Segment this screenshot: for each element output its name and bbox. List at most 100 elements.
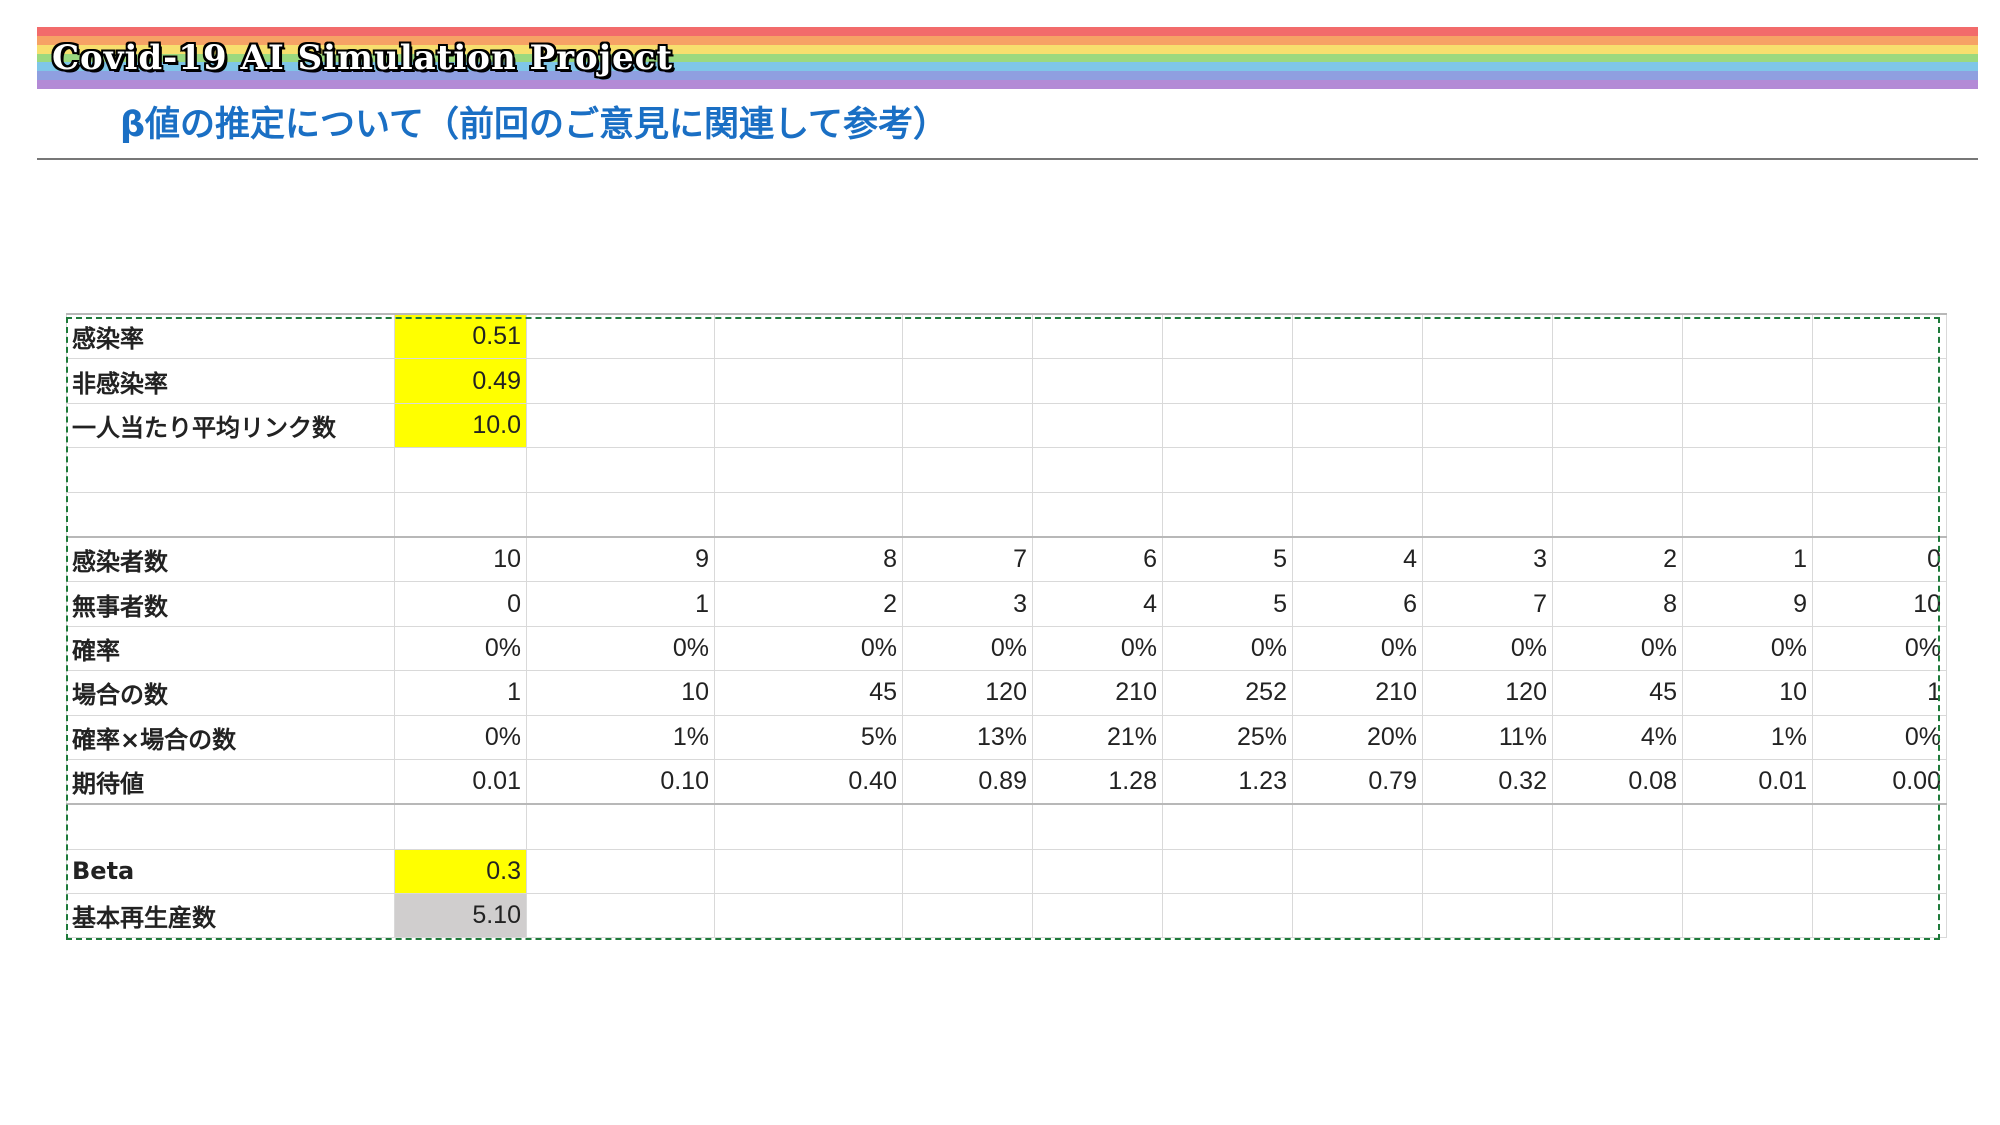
cell-value[interactable]: 7 <box>902 535 1033 583</box>
cell-value[interactable]: 5 <box>1162 581 1293 627</box>
cell-label[interactable]: 無事者数 <box>66 581 395 627</box>
cell-value[interactable]: 0% <box>1162 625 1293 672</box>
cell[interactable] <box>1032 893 1163 939</box>
cell-value[interactable]: 120 <box>902 670 1033 716</box>
cell[interactable] <box>1812 491 1947 538</box>
cell[interactable] <box>902 803 1033 850</box>
cell[interactable] <box>1812 803 1947 850</box>
cell[interactable] <box>1032 402 1163 449</box>
cell-value[interactable]: 10 <box>394 535 527 583</box>
cell-value[interactable]: 25% <box>1162 714 1293 760</box>
cell-value[interactable]: 1 <box>394 670 527 716</box>
cell[interactable] <box>526 402 715 449</box>
cell-value[interactable]: 11% <box>1422 714 1553 760</box>
cell-label[interactable]: 感染者数 <box>66 535 395 583</box>
cell-value[interactable]: 0.40 <box>714 758 903 805</box>
cell-infection-rate[interactable]: 0.51 <box>394 313 527 360</box>
cell-value[interactable]: 0.01 <box>1682 758 1813 805</box>
cell-value[interactable]: 45 <box>714 670 903 716</box>
cell-label[interactable]: Beta <box>66 848 395 895</box>
cell[interactable] <box>1552 803 1683 850</box>
cell-label[interactable]: 一人当たり平均リンク数 <box>66 402 395 449</box>
cell[interactable] <box>1682 491 1813 538</box>
cell[interactable] <box>1162 402 1293 449</box>
cell-value[interactable]: 0.10 <box>526 758 715 805</box>
cell[interactable] <box>714 893 903 939</box>
cell[interactable] <box>1032 358 1163 404</box>
cell[interactable] <box>1422 491 1553 538</box>
cell-value[interactable]: 4 <box>1032 581 1163 627</box>
cell[interactable] <box>1292 803 1423 850</box>
cell[interactable] <box>1292 893 1423 939</box>
cell[interactable] <box>1162 491 1293 538</box>
cell-value[interactable]: 0% <box>1032 625 1163 672</box>
cell[interactable] <box>1422 848 1553 895</box>
cell[interactable] <box>526 313 715 360</box>
cell[interactable] <box>394 447 527 493</box>
cell[interactable] <box>1422 893 1553 939</box>
cell-label[interactable]: 確率×場合の数 <box>66 714 395 760</box>
cell[interactable] <box>714 402 903 449</box>
cell[interactable] <box>902 358 1033 404</box>
cell[interactable] <box>714 447 903 493</box>
cell-value[interactable]: 8 <box>1552 581 1683 627</box>
cell-value[interactable]: 6 <box>1032 535 1163 583</box>
cell[interactable] <box>714 313 903 360</box>
cell[interactable] <box>1032 491 1163 538</box>
cell[interactable] <box>1422 313 1553 360</box>
cell-value[interactable]: 0.79 <box>1292 758 1423 805</box>
cell[interactable] <box>1812 893 1947 939</box>
cell[interactable] <box>1812 358 1947 404</box>
cell[interactable] <box>66 491 395 538</box>
cell[interactable] <box>394 491 527 538</box>
cell-value[interactable]: 120 <box>1422 670 1553 716</box>
cell-basic-reproduction-number[interactable]: 5.10 <box>394 893 527 939</box>
cell-value[interactable]: 1.28 <box>1032 758 1163 805</box>
cell-beta[interactable]: 0.3 <box>394 848 527 895</box>
cell[interactable] <box>1422 447 1553 493</box>
cell[interactable] <box>714 491 903 538</box>
cell-value[interactable]: 0% <box>714 625 903 672</box>
cell[interactable] <box>1292 313 1423 360</box>
cell-value[interactable]: 10 <box>526 670 715 716</box>
cell[interactable] <box>902 893 1033 939</box>
cell[interactable] <box>1552 358 1683 404</box>
cell-value[interactable]: 45 <box>1552 670 1683 716</box>
cell-value[interactable]: 0% <box>902 625 1033 672</box>
cell-value[interactable]: 3 <box>902 581 1033 627</box>
cell[interactable] <box>1682 893 1813 939</box>
cell-label[interactable]: 基本再生産数 <box>66 893 395 939</box>
cell-value[interactable]: 21% <box>1032 714 1163 760</box>
cell-value[interactable]: 0% <box>1812 625 1947 672</box>
cell-value[interactable]: 3 <box>1422 535 1553 583</box>
cell[interactable] <box>1682 848 1813 895</box>
cell[interactable] <box>714 358 903 404</box>
cell[interactable] <box>902 491 1033 538</box>
cell-value[interactable]: 13% <box>902 714 1033 760</box>
cell-label[interactable]: 確率 <box>66 625 395 672</box>
cell-value[interactable]: 6 <box>1292 581 1423 627</box>
cell[interactable] <box>66 447 395 493</box>
cell[interactable] <box>526 447 715 493</box>
cell-label[interactable]: 期待値 <box>66 758 395 805</box>
cell-value[interactable]: 7 <box>1422 581 1553 627</box>
cell[interactable] <box>1812 848 1947 895</box>
cell-label[interactable]: 非感染率 <box>66 358 395 404</box>
cell[interactable] <box>902 313 1033 360</box>
cell[interactable] <box>1292 447 1423 493</box>
cell[interactable] <box>1162 848 1293 895</box>
cell[interactable] <box>526 803 715 850</box>
cell[interactable] <box>714 803 903 850</box>
cell-value[interactable]: 0% <box>394 625 527 672</box>
cell[interactable] <box>1682 402 1813 449</box>
cell-label[interactable]: 場合の数 <box>66 670 395 716</box>
cell[interactable] <box>1552 848 1683 895</box>
cell-value[interactable]: 0% <box>1682 625 1813 672</box>
cell[interactable] <box>526 491 715 538</box>
cell-label[interactable]: 感染率 <box>66 313 395 360</box>
cell-value[interactable]: 210 <box>1032 670 1163 716</box>
cell-value[interactable]: 0.01 <box>394 758 527 805</box>
cell[interactable] <box>1812 402 1947 449</box>
cell-value[interactable]: 0% <box>1552 625 1683 672</box>
cell[interactable] <box>1032 447 1163 493</box>
